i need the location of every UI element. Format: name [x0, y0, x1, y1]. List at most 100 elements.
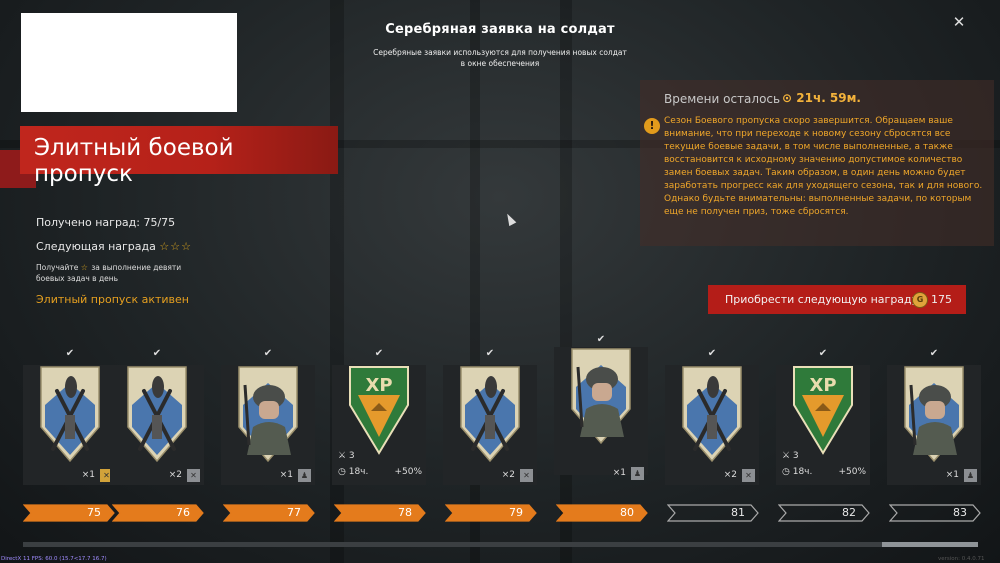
- level-marker: 76: [112, 504, 204, 522]
- close-icon: ✕: [952, 13, 966, 31]
- time-left-label: Времени осталось: [664, 92, 781, 106]
- checkmark-icon: ✔: [818, 348, 828, 359]
- next-reward-label: Следующая награда: [36, 240, 156, 253]
- fps-counter: DirectX 11 FPS: 60.0 (15.7<17.7 16.7): [1, 556, 107, 562]
- rewards-count: Получено наград: 75/75: [36, 216, 176, 229]
- reward-image: ×1 ♟: [887, 365, 981, 485]
- background-beam: [560, 0, 572, 563]
- reward-card[interactable]: ✔ ×2 ✕: [110, 348, 204, 485]
- logo-placeholder: [21, 13, 237, 112]
- weapon-type-icon: ✕: [187, 469, 200, 482]
- star-icon: ☆: [80, 263, 89, 272]
- soldier-icon: [904, 366, 964, 463]
- reward-image: XP ⚔ 3 ◷ 18ч. +50%: [776, 365, 870, 485]
- reward-card[interactable]: ✔ XP ⚔ 3 ◷ 18ч. +50%: [776, 348, 870, 485]
- hint-text: Получайте: [36, 263, 79, 272]
- level-number: 81: [731, 506, 745, 519]
- level-marker: 80: [556, 504, 648, 522]
- soldier-type-icon: ♟: [298, 469, 311, 482]
- missions-count: ⚔ 3: [338, 451, 355, 461]
- xp-booster-icon: XP: [349, 366, 409, 455]
- header: Серебряная заявка на солдат Серебряные з…: [370, 22, 630, 69]
- version-label: version: 0.4.0.71: [938, 556, 985, 562]
- level-number: 82: [842, 506, 856, 519]
- xp-bonus: +50%: [838, 467, 866, 477]
- checkmark-icon: ✔: [929, 348, 939, 359]
- timer-panel: Времени осталось ⊙ 21ч. 59м. ! Сезон Бое…: [640, 80, 994, 246]
- soldier-type-icon: ♟: [964, 469, 977, 482]
- next-reward: Следующая награда ☆☆☆: [36, 240, 192, 264]
- xp-bonus: +50%: [394, 467, 422, 477]
- level-marker: 82: [778, 504, 870, 522]
- level-marker: 77: [223, 504, 315, 522]
- reward-card[interactable]: ✔ ×2 ✕: [665, 348, 759, 485]
- checkmark-icon: ✔: [65, 348, 75, 359]
- reward-card[interactable]: ✔ ×2 ✕: [443, 348, 537, 485]
- reward-image: ×2 ✕: [110, 365, 204, 485]
- reward-image: XP ⚔ 3 ◷ 18ч. +50%: [332, 365, 426, 485]
- reward-quantity: ×1: [279, 470, 293, 480]
- reward-card[interactable]: ✔ ×1 ♟: [554, 334, 648, 480]
- svg-text:XP: XP: [809, 375, 836, 396]
- stars-hint: Получайте ☆ за выполнение девяти боевых …: [36, 262, 196, 284]
- level-number: 80: [620, 506, 634, 519]
- reward-card[interactable]: ✔ ×1 ♟: [221, 348, 315, 485]
- level-number: 79: [509, 506, 523, 519]
- weapon-type-icon: ✕: [520, 469, 533, 482]
- reward-image: ×1 ✕: [23, 365, 117, 485]
- pass-stats: Получено наград: 75/75 Следующая награда…: [36, 216, 192, 264]
- checkmark-icon: ✔: [485, 348, 495, 359]
- level-number: 75: [87, 506, 101, 519]
- buy-next-reward-button[interactable]: Приобрести следующую награду G 175: [708, 285, 966, 314]
- warning-icon: !: [644, 118, 660, 134]
- level-marker: 75: [23, 504, 115, 522]
- season-warning: Сезон Боевого пропуска скоро завершится.…: [664, 116, 983, 217]
- checkmark-icon: ✔: [596, 334, 606, 345]
- close-button[interactable]: ✕: [950, 13, 968, 31]
- reward-card[interactable]: ✔ XP ⚔ 3 ◷ 18ч. +50%: [332, 348, 426, 485]
- soldier-type-icon: ♟: [631, 467, 644, 480]
- reward-image: ×1 ♟: [221, 365, 315, 485]
- buy-button-label: Приобрести следующую награду: [725, 293, 919, 306]
- level-number: 83: [953, 506, 967, 519]
- weapon-crate-icon: [40, 366, 100, 463]
- clock-icon: ⊙: [782, 91, 793, 105]
- level-number: 77: [287, 506, 301, 519]
- level-marker: 79: [445, 504, 537, 522]
- reward-quantity: ×2: [501, 470, 515, 480]
- xp-booster-icon: XP: [793, 366, 853, 455]
- checkmark-icon: ✔: [263, 348, 273, 359]
- header-subtitle: Серебряные заявки используются для получ…: [373, 48, 627, 68]
- missions-count: ⚔ 3: [782, 451, 799, 461]
- mouse-cursor: [503, 211, 517, 227]
- boost-duration: ◷ 18ч.: [782, 467, 813, 477]
- weapon-crate-icon: [460, 366, 520, 463]
- time-value: 21ч. 59м.: [796, 91, 861, 105]
- reward-card[interactable]: ✔ ×1 ♟: [887, 348, 981, 485]
- reward-card[interactable]: ✔ ×1 ✕: [23, 348, 117, 485]
- checkmark-icon: ✔: [374, 348, 384, 359]
- level-number: 76: [176, 506, 190, 519]
- reward-quantity: ×1: [81, 470, 95, 480]
- level-marker: 83: [889, 504, 981, 522]
- header-title: Серебряная заявка на солдат: [385, 22, 615, 37]
- weapon-type-icon: ✕: [742, 469, 755, 482]
- reward-quantity: ×1: [945, 470, 959, 480]
- star-icon: ☆☆☆: [159, 240, 192, 253]
- weapon-crate-icon: [127, 366, 187, 463]
- reward-quantity: ×2: [168, 470, 182, 480]
- scrollbar-thumb[interactable]: [882, 542, 978, 547]
- reward-image: ×2 ✕: [443, 365, 537, 485]
- reward-image: ×2 ✕: [665, 365, 759, 485]
- reward-scrollbar[interactable]: [23, 542, 978, 547]
- reward-image: ×1 ♟: [554, 347, 648, 480]
- buy-price: 175: [931, 293, 952, 306]
- gold-coin-icon: G: [912, 292, 928, 308]
- reward-quantity: ×2: [723, 470, 737, 480]
- soldier-icon: [571, 348, 631, 445]
- time-left-value: ⊙ 21ч. 59м.: [782, 91, 861, 105]
- elite-active-label: Элитный пропуск активен: [36, 293, 189, 306]
- pass-banner: Элитный боевой пропуск: [20, 126, 338, 187]
- checkmark-icon: ✔: [152, 348, 162, 359]
- soldier-icon: [238, 366, 298, 463]
